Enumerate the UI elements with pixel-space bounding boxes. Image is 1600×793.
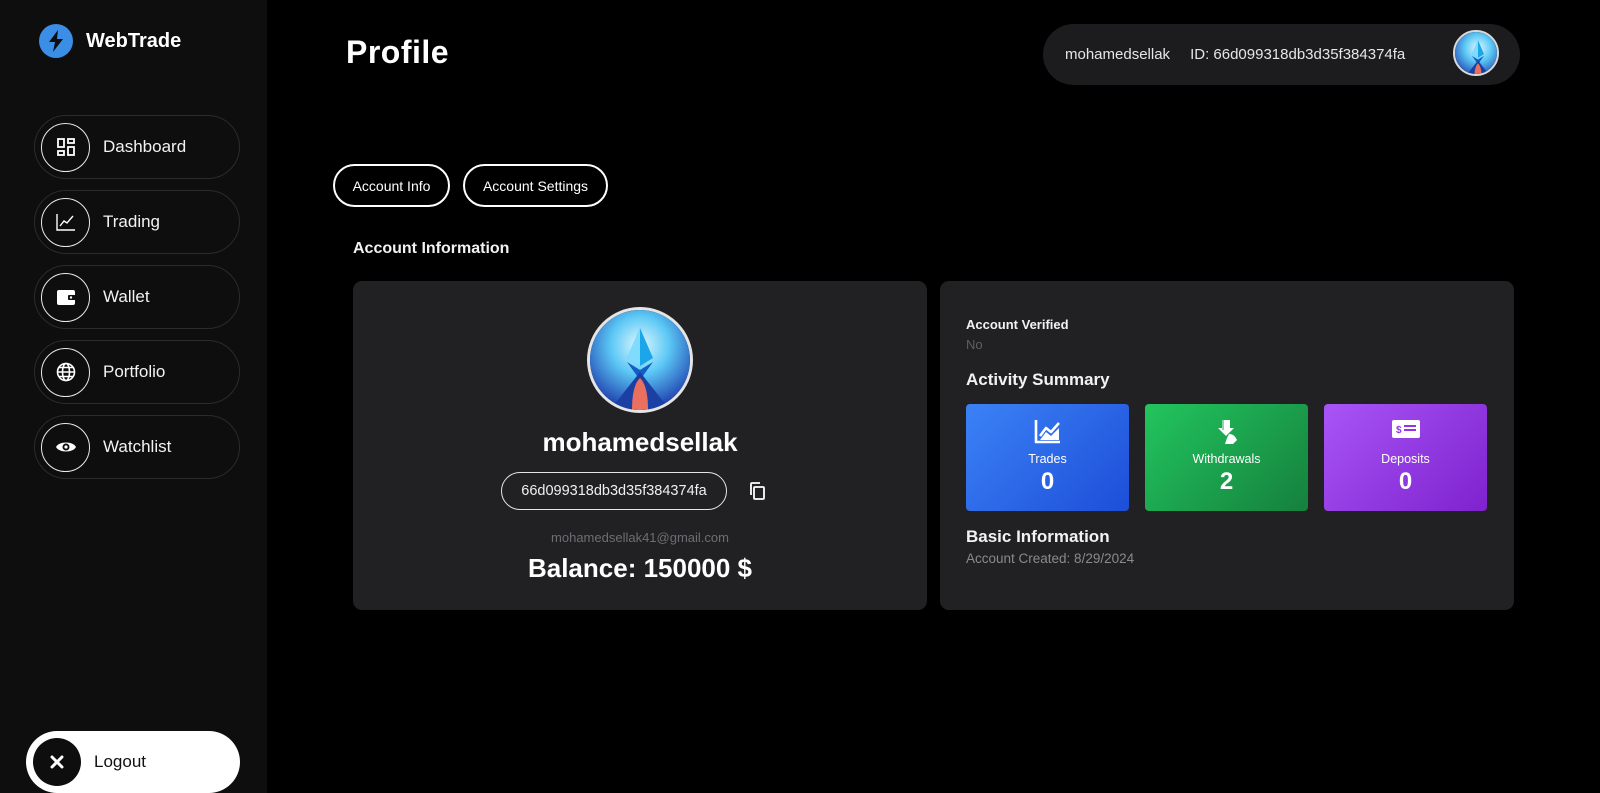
eye-icon (41, 422, 90, 472)
stat-card-trades[interactable]: Trades 0 (966, 404, 1129, 511)
sidebar-item-label: Watchlist (103, 437, 172, 456)
sidebar-item-portfolio[interactable]: Portfolio (34, 340, 240, 404)
trend-chart-icon (1034, 418, 1062, 444)
stat-value: 0 (1040, 468, 1055, 495)
stat-value: 0 (1398, 468, 1413, 495)
sidebar-item-label: Dashboard (103, 137, 187, 156)
sidebar: WebTrade Dashboard Trading Wallet Portfo… (0, 0, 267, 793)
profile-avatar (587, 307, 693, 413)
header-user-id: ID: 66d099318db3d35f384374fa (1190, 46, 1406, 63)
brand[interactable]: WebTrade (39, 24, 181, 58)
brand-name: WebTrade (86, 29, 182, 52)
user-id-field[interactable]: 66d099318db3d35f384374fa (501, 472, 727, 510)
profile-card: mohamedsellak 66d099318db3d35f384374fa m… (353, 281, 927, 610)
stat-label: Trades (1028, 452, 1067, 466)
sidebar-item-watchlist[interactable]: Watchlist (34, 415, 240, 479)
logout-button[interactable]: Logout (26, 731, 240, 793)
activity-summary-title: Activity Summary (966, 370, 1110, 389)
money-check-icon: $ (1391, 418, 1420, 444)
basic-information-title: Basic Information (966, 527, 1110, 546)
page-title: Profile (346, 34, 450, 70)
section-title: Account Information (353, 240, 510, 257)
copy-icon[interactable] (748, 481, 766, 501)
account-created-date: Account Created: 8/29/2024 (966, 551, 1135, 566)
verified-label: Account Verified (966, 317, 1069, 332)
lightning-bolt-icon (39, 24, 73, 58)
profile-balance: Balance: 150000 $ (527, 553, 753, 583)
profile-name: mohamedsellak (542, 427, 738, 457)
wallet-icon (41, 272, 90, 322)
avatar[interactable] (1453, 30, 1499, 76)
verified-value: No (966, 337, 983, 352)
stat-label: Deposits (1381, 452, 1430, 466)
stat-card-deposits[interactable]: $ Deposits 0 (1324, 404, 1487, 511)
download-hand-icon (1213, 418, 1241, 444)
logout-label: Logout (94, 752, 146, 771)
tab-account-info[interactable]: Account Info (333, 164, 450, 207)
sidebar-item-dashboard[interactable]: Dashboard (34, 115, 240, 179)
sidebar-item-label: Wallet (103, 287, 150, 306)
profile-email: mohamedsellak41@gmail.com (551, 530, 729, 545)
stat-value: 2 (1219, 468, 1234, 495)
stat-card-withdrawals[interactable]: Withdrawals 2 (1145, 404, 1308, 511)
tab-account-settings[interactable]: Account Settings (463, 164, 608, 207)
sidebar-item-wallet[interactable]: Wallet (34, 265, 240, 329)
sidebar-item-label: Portfolio (103, 362, 166, 381)
dashboard-grid-icon (41, 122, 90, 172)
user-profile-pill[interactable]: mohamedsellak ID: 66d099318db3d35f384374… (1043, 24, 1520, 85)
sidebar-item-label: Trading (103, 212, 161, 231)
header-username: mohamedsellak (1065, 46, 1171, 63)
svg-text:$: $ (1396, 425, 1402, 436)
sidebar-item-trading[interactable]: Trading (34, 190, 240, 254)
line-chart-icon (41, 197, 90, 247)
globe-icon (41, 347, 90, 397)
stat-label: Withdrawals (1192, 452, 1261, 466)
account-details-card: Account Verified No Activity Summary Tra… (940, 281, 1514, 610)
close-icon (33, 738, 81, 786)
